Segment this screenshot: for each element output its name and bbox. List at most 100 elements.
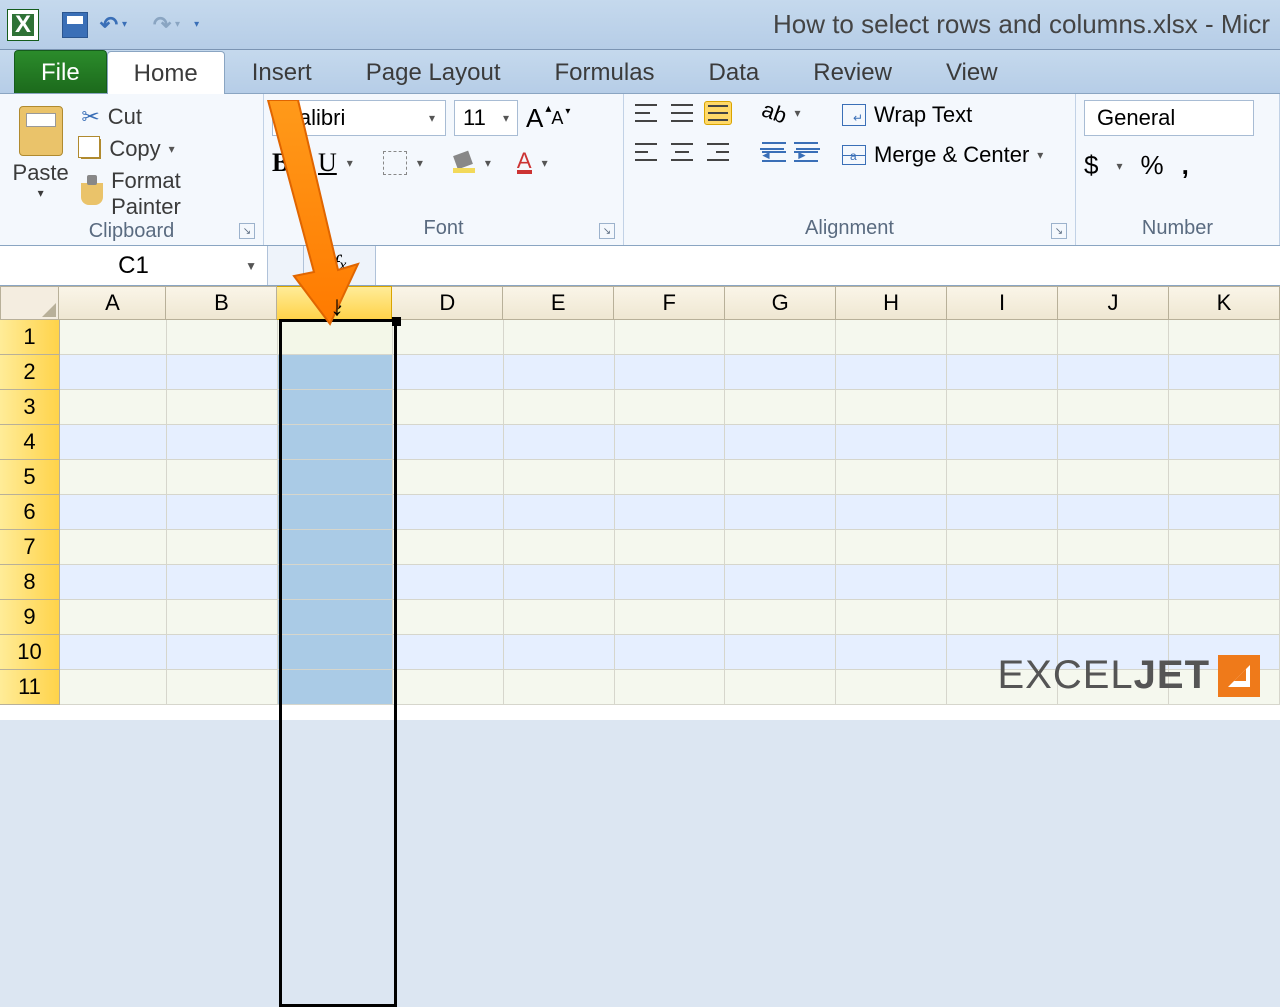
tab-view[interactable]: View	[919, 50, 1025, 93]
cells-area[interactable]	[60, 320, 1280, 705]
cell[interactable]	[836, 670, 947, 705]
cell[interactable]	[60, 355, 167, 390]
dialog-launcher-icon[interactable]: ↘	[1051, 223, 1067, 239]
cell[interactable]	[504, 425, 615, 460]
font-color-button[interactable]: A	[517, 152, 532, 174]
fill-dropdown[interactable]: ▾	[485, 156, 491, 170]
cell[interactable]	[836, 495, 947, 530]
save-button[interactable]	[58, 8, 92, 42]
cell[interactable]	[60, 565, 167, 600]
cell[interactable]	[167, 425, 278, 460]
cell[interactable]	[725, 565, 836, 600]
cell[interactable]	[725, 390, 836, 425]
cell[interactable]	[1169, 320, 1280, 355]
cell[interactable]	[836, 565, 947, 600]
cell[interactable]	[504, 355, 615, 390]
cell[interactable]	[393, 600, 504, 635]
row-header-10[interactable]: 10	[0, 635, 60, 670]
format-painter-button[interactable]: Format Painter	[81, 168, 255, 220]
cell[interactable]	[615, 390, 726, 425]
cell[interactable]	[167, 355, 278, 390]
row-header-1[interactable]: 1	[0, 320, 60, 355]
row-header-11[interactable]: 11	[0, 670, 60, 705]
cell[interactable]	[836, 425, 947, 460]
increase-font-button[interactable]: A▴	[526, 103, 543, 134]
fx-icon[interactable]: fx	[304, 246, 376, 285]
align-bottom-button[interactable]	[704, 101, 732, 125]
cell[interactable]	[278, 600, 393, 635]
cell[interactable]	[278, 530, 393, 565]
cell[interactable]	[60, 635, 167, 670]
cell[interactable]	[278, 425, 393, 460]
cell[interactable]	[836, 460, 947, 495]
cell[interactable]	[393, 670, 504, 705]
cell[interactable]	[1058, 495, 1169, 530]
cell[interactable]	[504, 565, 615, 600]
cell[interactable]	[836, 355, 947, 390]
cut-button[interactable]: ✂ Cut	[81, 104, 255, 130]
cell[interactable]	[60, 320, 167, 355]
cell[interactable]	[167, 600, 278, 635]
align-top-button[interactable]	[632, 101, 660, 125]
cell[interactable]	[1058, 355, 1169, 390]
cell[interactable]	[725, 425, 836, 460]
column-header-g[interactable]: G	[725, 286, 836, 320]
cell[interactable]	[725, 320, 836, 355]
cell[interactable]	[1058, 565, 1169, 600]
row-header-6[interactable]: 6	[0, 495, 60, 530]
cell[interactable]	[947, 355, 1058, 390]
cell[interactable]	[278, 355, 393, 390]
undo-dropdown-icon[interactable]: ▾	[122, 19, 127, 30]
tab-home[interactable]: Home	[107, 51, 225, 94]
cell[interactable]	[393, 460, 504, 495]
decrease-indent-button[interactable]: ◄	[762, 141, 786, 163]
cell[interactable]	[836, 320, 947, 355]
cell[interactable]	[947, 600, 1058, 635]
column-header-k[interactable]: K	[1169, 286, 1280, 320]
cell[interactable]	[504, 390, 615, 425]
cell[interactable]	[1058, 320, 1169, 355]
cell[interactable]	[167, 670, 278, 705]
cell[interactable]	[725, 600, 836, 635]
cell[interactable]	[167, 320, 278, 355]
column-header-j[interactable]: J	[1058, 286, 1169, 320]
comma-style-button[interactable]: ,	[1182, 150, 1189, 181]
align-left-button[interactable]	[632, 140, 660, 164]
dialog-launcher-icon[interactable]: ↘	[599, 223, 615, 239]
orientation-dropdown[interactable]: ▾	[794, 106, 800, 120]
decrease-font-button[interactable]: A▾	[551, 108, 563, 129]
merge-center-button[interactable]: Merge & Center ▾	[842, 142, 1043, 168]
column-header-h[interactable]: H	[836, 286, 947, 320]
cell[interactable]	[60, 460, 167, 495]
cell[interactable]	[60, 495, 167, 530]
cell[interactable]	[947, 390, 1058, 425]
cell[interactable]	[1169, 390, 1280, 425]
cell[interactable]	[615, 320, 726, 355]
column-header-c[interactable]: C	[277, 286, 392, 320]
paste-button[interactable]: Paste ▾	[8, 100, 73, 200]
cell[interactable]	[947, 565, 1058, 600]
column-header-d[interactable]: D	[392, 286, 503, 320]
cell[interactable]	[615, 635, 726, 670]
increase-indent-button[interactable]: ►	[794, 141, 818, 163]
cell[interactable]	[1169, 425, 1280, 460]
wrap-text-button[interactable]: Wrap Text	[842, 102, 1043, 128]
cell[interactable]	[1169, 565, 1280, 600]
row-header-2[interactable]: 2	[0, 355, 60, 390]
cell[interactable]	[1058, 425, 1169, 460]
borders-dropdown[interactable]: ▾	[417, 156, 423, 170]
align-middle-button[interactable]	[668, 101, 696, 125]
cell[interactable]	[1169, 600, 1280, 635]
cell[interactable]	[836, 530, 947, 565]
column-header-f[interactable]: F	[614, 286, 725, 320]
formula-input[interactable]	[376, 246, 1280, 285]
cell[interactable]	[278, 460, 393, 495]
tab-data[interactable]: Data	[682, 50, 787, 93]
cell[interactable]	[615, 355, 726, 390]
row-header-7[interactable]: 7	[0, 530, 60, 565]
row-header-4[interactable]: 4	[0, 425, 60, 460]
undo-button[interactable]: ↶	[92, 8, 126, 42]
column-header-a[interactable]: A	[59, 286, 166, 320]
cell[interactable]	[60, 425, 167, 460]
name-box[interactable]: C1 ▼	[0, 246, 268, 285]
